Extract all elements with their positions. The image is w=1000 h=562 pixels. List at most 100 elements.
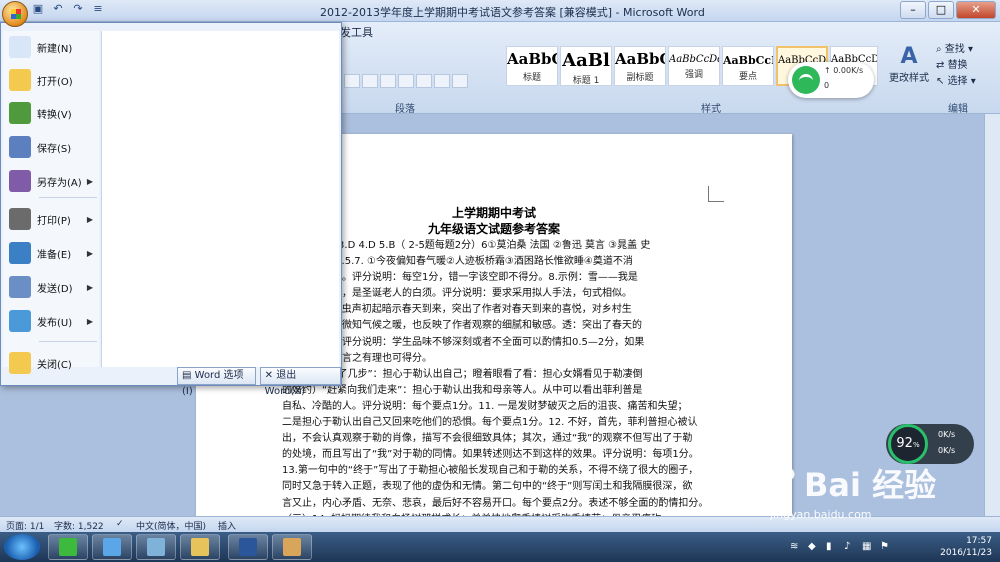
redo-icon[interactable]: ↷ — [70, 2, 86, 18]
status-language[interactable]: 中文(简体，中国) — [136, 519, 206, 532]
format-icon[interactable]: ≡ — [90, 2, 106, 18]
print-icon — [9, 208, 31, 230]
taskbar-folder[interactable] — [180, 534, 220, 560]
doc-line: 13.第一句中的“终于”写出了于勒担心被船长发现自己和于勒的关系，不得不绕了很大… — [282, 465, 699, 477]
menu-item-label: 准备(E) — [37, 249, 72, 261]
find-button[interactable]: ⌕ 查找 ▾ — [936, 42, 976, 58]
publish-icon — [9, 310, 31, 332]
doc-line: ，错一空扣 0.5.7. ①今夜偏知春气暖②人迹板桥霜③酒困路长惟欲睡④奠道不消 — [282, 256, 633, 268]
network-icon[interactable]: ▦ — [862, 541, 874, 553]
shield-icon[interactable]: ◆ — [808, 541, 820, 553]
menu-item-label: 打开(O) — [37, 76, 73, 88]
status-page[interactable]: 页面: 1/1 — [6, 519, 44, 532]
wifi-tray-icon[interactable]: ≋ — [790, 541, 802, 553]
convert-icon — [9, 102, 31, 124]
download-speed: 0 — [824, 81, 830, 90]
style-emphasis[interactable]: AaBbCcDd 强调 — [668, 46, 720, 86]
close-button[interactable]: ✕ — [956, 1, 996, 19]
exit-word-button[interactable]: ✕ 退出 Word(X) — [259, 367, 341, 397]
group-paragraph-label: 段落 — [395, 104, 415, 115]
menu-item-close-folder[interactable]: 关闭(C) — [3, 347, 99, 379]
quick-access-toolbar: ▣ ↶ ↷ ≡ — [30, 2, 106, 18]
doc-line: 角度品味，如言之有理也可得分。 — [282, 352, 432, 364]
taskbar-paint[interactable] — [272, 534, 312, 560]
edit-group: ⌕ 查找 ▾ ⇄ 替换 ↖ 选择 ▾ — [936, 42, 976, 90]
battery-icon[interactable]: ▮ — [826, 541, 838, 553]
style-title[interactable]: AaBbC 标题 — [506, 46, 558, 86]
border-icon[interactable] — [452, 74, 468, 88]
save-icon[interactable]: ▣ — [30, 2, 46, 18]
menu-item-send[interactable]: 发送(D) ▶ — [3, 271, 99, 303]
send-icon — [9, 276, 31, 298]
doc-body: 分）二. 2.C 3.D 4.D 5.B（ 2-5题每题2分）6①莫泊桑 法国 … — [282, 238, 708, 560]
maximize-button[interactable]: □ — [928, 1, 954, 19]
align-right-icon[interactable] — [380, 74, 396, 88]
style-strong[interactable]: AaBbCcD 要点 — [722, 46, 774, 86]
menu-item-save[interactable]: 保存(S) — [3, 131, 99, 163]
start-button[interactable] — [4, 534, 40, 560]
minimize-button[interactable]: – — [900, 1, 926, 19]
wifi-speed-popup[interactable]: ↑ 0.00K/s 0 — [788, 62, 874, 98]
gauge-up: 0K/s — [938, 430, 956, 439]
doc-line: 富有力度感。评分说明：学生品味不够深刻或者不全面可以酌情扣0.5—2分，如果 — [282, 336, 645, 348]
doc-line: 的婚约）“赶紧向我们走来”：担心于勒认出我和母亲等人。从中可以看出菲利普是 — [282, 384, 643, 396]
taskbar-network[interactable] — [136, 534, 176, 560]
title-bar: ▣ ↶ ↷ ≡ 2012-2013学年度上学期期中考试语文参考答案 [兼容模式]… — [0, 0, 1000, 22]
taskbar-word[interactable] — [228, 534, 268, 560]
doc-line: 静中求出声之微知气候之暖，也反映了作者观察的细腻和敏感。透：突出了春天的 — [282, 320, 642, 332]
watermark-url: jingyan.baidu.com — [770, 508, 872, 521]
replace-button[interactable]: ⇄ 替换 — [936, 58, 976, 74]
change-styles-button[interactable]: A 更改样式 — [888, 44, 930, 84]
menu-item-label: 打印(P) — [37, 215, 71, 227]
menu-item-print[interactable]: 打印(P) ▶ — [3, 203, 99, 235]
upload-speed: ↑ 0.00K/s — [824, 66, 864, 75]
wifi-icon — [792, 66, 820, 94]
save-icon — [9, 136, 31, 158]
volume-icon[interactable]: ♪ — [844, 541, 856, 553]
taskbar-explorer[interactable] — [92, 534, 132, 560]
taskbar-media-player[interactable] — [48, 534, 88, 560]
word-options-button[interactable]: ▤ Word 选项(I) — [177, 367, 256, 397]
submenu-arrow-icon: ▶ — [86, 176, 93, 186]
menu-item-label: 新建(N) — [37, 43, 73, 55]
menu-item-convert[interactable]: 转换(V) — [3, 97, 99, 129]
menu-item-label: 转换(V) — [37, 109, 72, 121]
line-spacing-icon[interactable] — [416, 74, 432, 88]
spellcheck-icon[interactable]: ✓ — [116, 519, 124, 529]
select-button[interactable]: ↖ 选择 ▾ — [936, 74, 976, 90]
menu-item-new-doc[interactable]: 新建(N) — [3, 31, 99, 63]
justify-icon[interactable] — [398, 74, 414, 88]
doc-line: ) 9. 新：说明虫声初起暗示春天到来，突出了作者对春天到来的喜悦，对乡村生 — [282, 304, 632, 316]
style-heading1[interactable]: AaBl 标题 1 — [560, 46, 612, 86]
submenu-arrow-icon: ▶ — [86, 316, 93, 326]
submenu-arrow-icon: ▶ — [86, 214, 93, 224]
watermark-brand: Bai 经验 — [804, 466, 937, 504]
shading-icon[interactable] — [434, 74, 450, 88]
doc-line: 同时又急于转入正题，表现了他的虚伪和无情。第二句中的“终于”则写闰土和我隔膜很深… — [282, 481, 693, 493]
menu-item-prepare[interactable]: 准备(E) ▶ — [3, 237, 99, 269]
clock-date: 2016/11/23 — [940, 548, 992, 558]
speed-gauge[interactable]: 92% 0K/s 0K/s — [886, 424, 974, 464]
close-folder-icon — [9, 352, 31, 374]
group-styles-label: 样式 — [701, 104, 721, 115]
clock[interactable]: 17:57 2016/11/23 — [940, 535, 992, 559]
flag-icon[interactable]: ⚑ — [880, 541, 892, 553]
doc-line: 自私、冷酷的人。评分说明：每个要点1分。11. 一是发财梦破灭之后的沮丧、痛苦和… — [282, 400, 688, 412]
style-subtitle[interactable]: AaBbC 副标题 — [614, 46, 666, 86]
menu-item-save-as[interactable]: 另存为(A) ▶ — [3, 165, 99, 197]
clock-time: 17:57 — [966, 536, 992, 546]
doc-line: 出，不会认真观察于勒的肖像，描写不会很细致具体；其次，通过“我”的观察不但写出了… — [282, 433, 693, 445]
status-words[interactable]: 字数: 1,522 — [54, 519, 104, 532]
menu-item-open-folder[interactable]: 打开(O) — [3, 64, 99, 96]
align-left-icon[interactable] — [344, 74, 360, 88]
menu-item-publish[interactable]: 发布(U) ▶ — [3, 305, 99, 337]
change-styles-icon: A — [900, 44, 918, 69]
menu-item-label: 发布(U) — [37, 317, 73, 329]
status-mode[interactable]: 插入 — [218, 519, 236, 532]
tab-developer[interactable]: 发工具 — [340, 24, 373, 40]
office-button[interactable] — [2, 1, 28, 27]
menu-item-label: 发送(D) — [37, 283, 73, 295]
undo-icon[interactable]: ↶ — [50, 2, 66, 18]
office-menu: 新建(N) 打开(O) 转换(V) 保存(S) 另存为(A) ▶ 打印(P) ▶ 准备(E) ▶ 发… — [0, 22, 342, 397]
align-center-icon[interactable] — [362, 74, 378, 88]
